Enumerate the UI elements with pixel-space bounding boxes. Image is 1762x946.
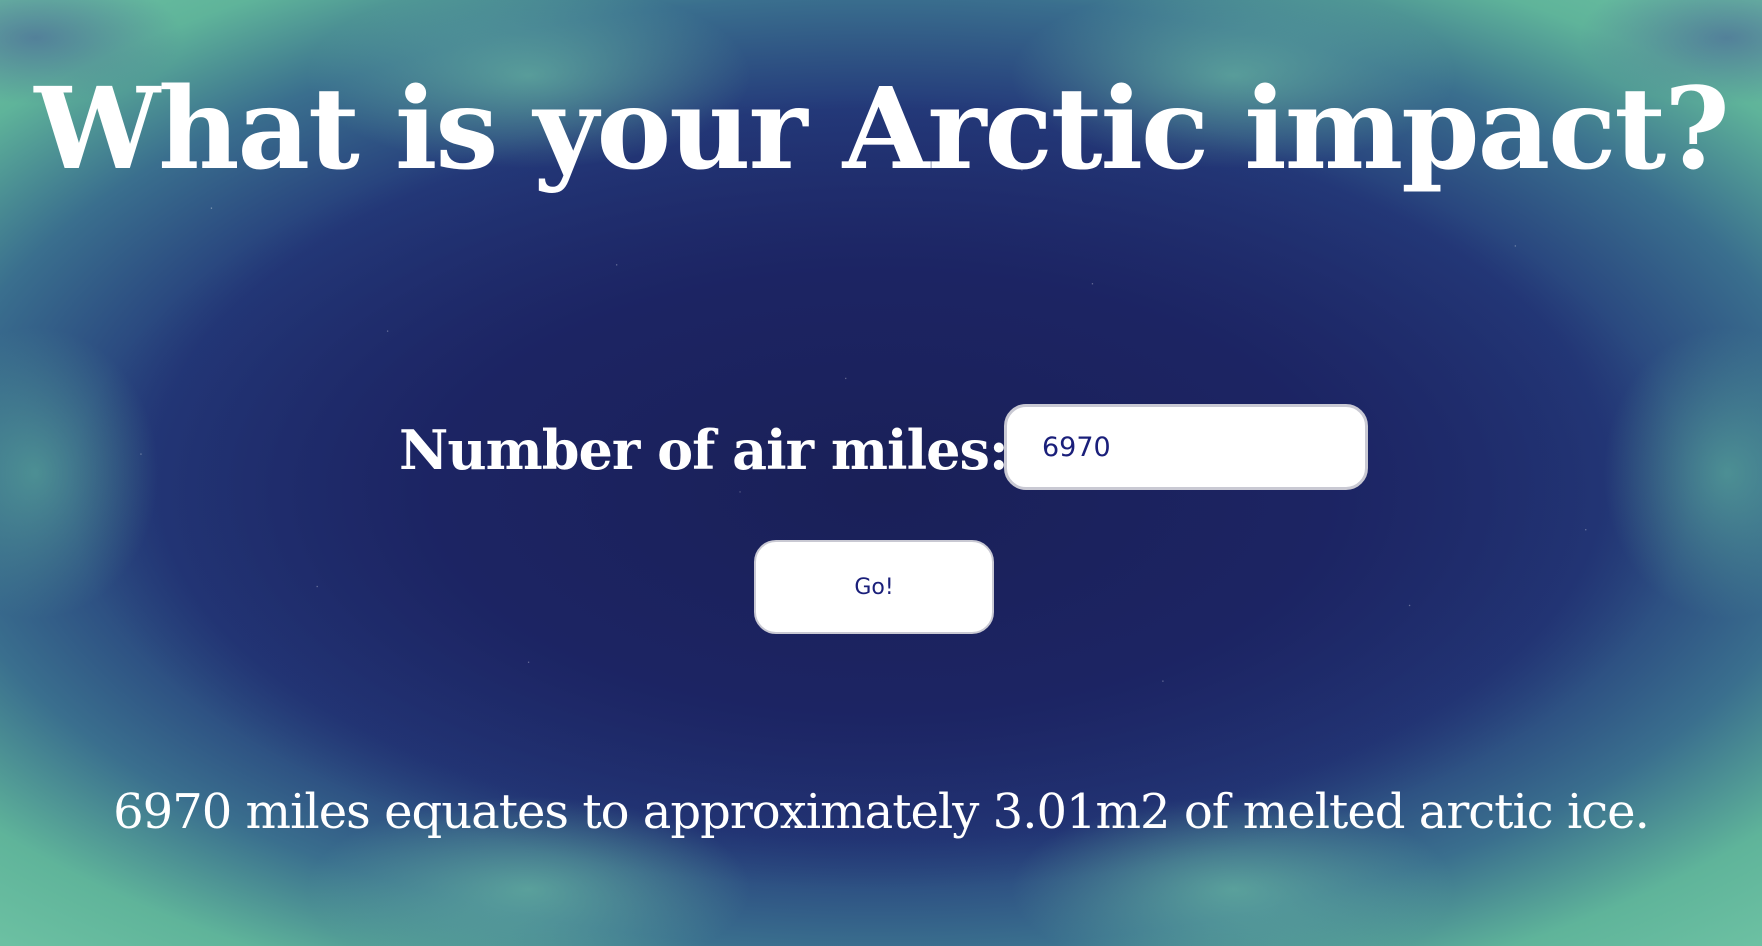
result-text: 6970 miles equates to approximately 3.01…	[113, 784, 1650, 840]
air-miles-form: Number of air miles:	[0, 404, 1762, 490]
air-miles-label: Number of air miles:	[399, 418, 1009, 482]
air-miles-input[interactable]	[1004, 404, 1368, 490]
go-button[interactable]: Go!	[754, 540, 994, 634]
page-title: What is your Arctic impact?	[34, 64, 1729, 195]
